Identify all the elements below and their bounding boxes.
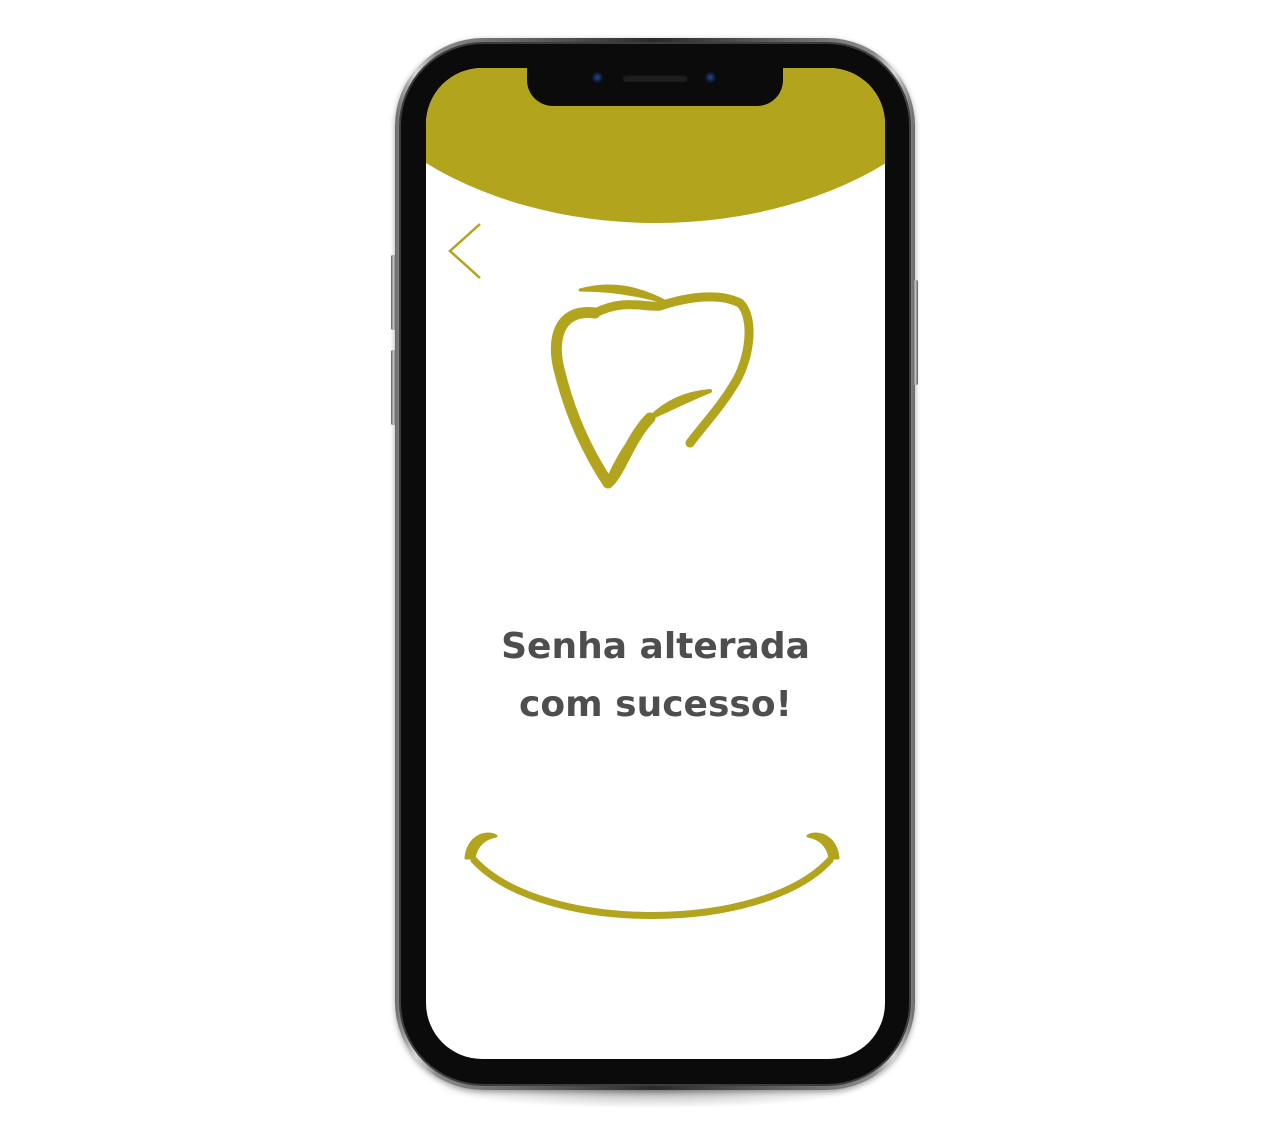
success-message-line-2: com sucesso! [519,684,792,725]
success-message-line-1: Senha alterada [501,626,810,667]
camera-icon [592,72,604,84]
silent-switch [391,255,396,330]
back-button[interactable] [444,220,488,282]
chevron-left-icon [448,223,481,279]
speaker-grille [622,74,688,82]
smile-icon [464,832,840,919]
stage: Senha alterada com sucesso! [0,0,1280,1124]
tooth-icon [550,284,754,489]
phone-notch [527,68,783,106]
power-button [913,280,918,385]
app-screen: Senha alterada com sucesso! [426,68,885,1059]
sensor-icon [705,72,717,84]
volume-button [391,350,396,425]
success-message: Senha alterada com sucesso! [426,618,885,734]
